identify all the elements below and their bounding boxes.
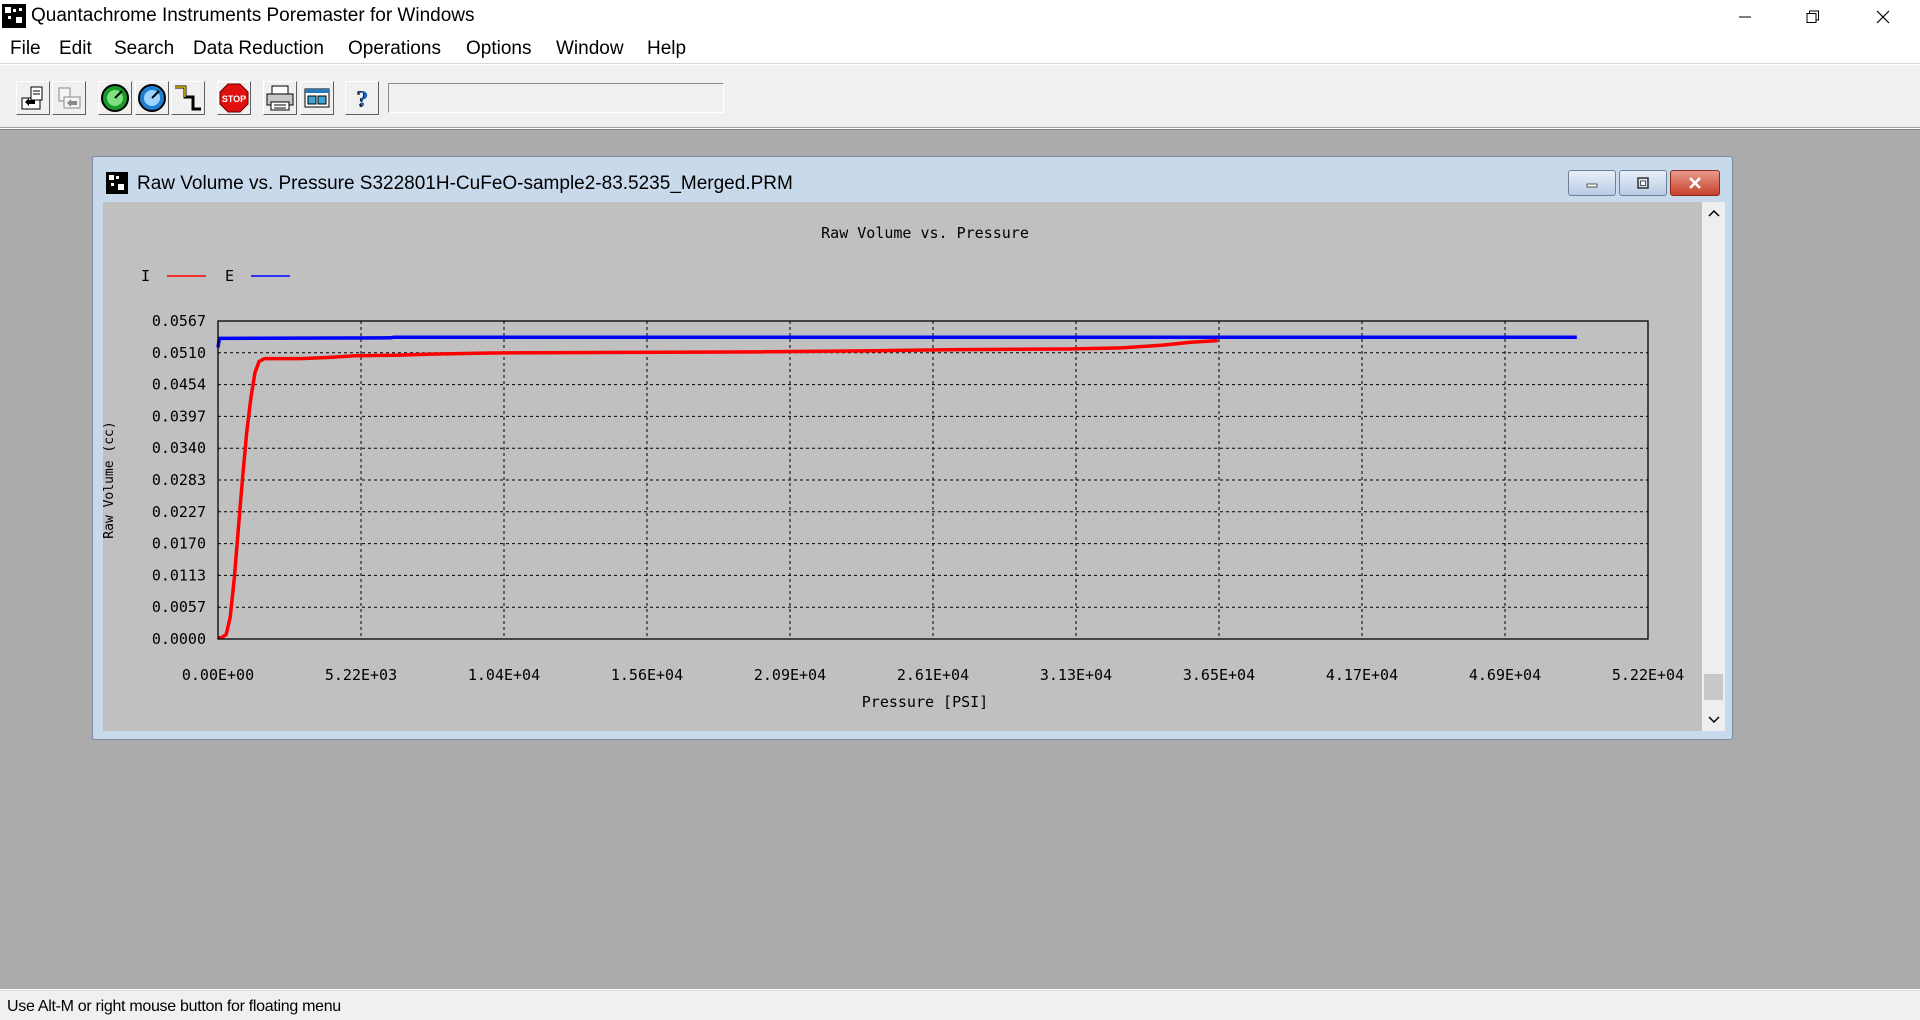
app-title: Quantachrome Instruments Poremaster for … (31, 5, 475, 26)
y-tick-label: 0.0170 (152, 535, 206, 553)
legend-label: E (225, 267, 234, 285)
y-tick-label: 0.0567 (152, 312, 206, 330)
y-tick-label: 0.0000 (152, 630, 206, 648)
chart-legend: IE (141, 267, 290, 285)
x-tick-label: 5.22E+04 (1612, 666, 1684, 684)
help-button[interactable]: ? ? (345, 81, 379, 115)
help-icon: ? ? (356, 86, 369, 113)
chart-window-maximize-button[interactable] (1619, 170, 1667, 196)
app-logo-icon (2, 4, 26, 28)
minimize-icon (1586, 183, 1598, 188)
toolbar-status-field (388, 83, 724, 113)
x-tick-label: 2.09E+04 (754, 666, 826, 684)
y-tick-label: 0.0397 (152, 407, 206, 425)
menu-edit[interactable]: Edit (59, 38, 92, 60)
vertical-scrollbar[interactable] (1702, 202, 1725, 731)
x-tick-label: 4.69E+04 (1469, 666, 1541, 684)
svg-text:STOP: STOP (222, 94, 246, 104)
step-graph-button[interactable] (171, 81, 205, 115)
print-button[interactable] (263, 81, 297, 115)
y-tick-label: 0.0227 (152, 503, 206, 521)
menu-help[interactable]: Help (647, 38, 686, 60)
y-tick-label: 0.0113 (152, 566, 206, 584)
y-axis-ticks: 0.0000 0.0057 0.0113 0.0170 0.0227 0.0283 0.03… (152, 312, 206, 648)
toolbar: STOP ? ? (0, 65, 1920, 128)
chart-window-titlebar[interactable]: Raw Volume vs. Pressure S322801H-CuFeO-s… (93, 157, 1732, 201)
window-restore-button[interactable] (1778, 0, 1848, 34)
x-tick-label: 1.56E+04 (611, 666, 683, 684)
chart-series (216, 335, 1577, 640)
open-file-button[interactable] (16, 81, 50, 115)
x-axis-label: Pressure [PSI] (862, 693, 988, 711)
raw-volume-chart: Raw Volume vs. Pressure IE 0.00000.00570… (103, 224, 1684, 711)
x-tick-label: 2.61E+04 (897, 666, 969, 684)
start-analysis-button[interactable] (98, 81, 132, 115)
x-tick-label: 5.22E+03 (325, 666, 397, 684)
menu-file[interactable]: File (10, 38, 41, 60)
x-tick-label: 0.00E+00 (182, 666, 254, 684)
report-icon (304, 88, 330, 108)
y-tick-label: 0.0340 (152, 439, 206, 457)
chart-window-close-button[interactable] (1670, 170, 1720, 196)
menu-window[interactable]: Window (556, 38, 624, 60)
green-gauge-icon (101, 84, 129, 112)
status-bar: Use Alt-M or right mouse button for floa… (0, 990, 1920, 1020)
y-tick-label: 0.0454 (152, 376, 206, 394)
menu-options[interactable]: Options (466, 38, 531, 60)
scroll-thumb[interactable] (1704, 674, 1723, 700)
x-tick-label: 3.65E+04 (1183, 666, 1255, 684)
y-axis-label: Raw Volume (cc) (103, 421, 117, 538)
x-tick-label: 1.04E+04 (468, 666, 540, 684)
window-minimize-button[interactable] (1710, 0, 1780, 34)
scroll-up-button[interactable] (1702, 202, 1725, 224)
report-button[interactable] (300, 81, 334, 115)
chart-document-icon (106, 172, 128, 194)
stop-sign-icon: STOP (219, 83, 249, 113)
printer-icon (266, 85, 294, 111)
chart-title: Raw Volume vs. Pressure (821, 224, 1029, 242)
stop-button[interactable]: STOP (217, 81, 251, 115)
status-text: Use Alt-M or right mouse button for floa… (7, 998, 341, 1015)
close-icon (1689, 177, 1701, 189)
save-file-icon (58, 87, 81, 109)
y-tick-label: 0.0057 (152, 598, 206, 616)
minimize-icon (1739, 16, 1751, 18)
restore-icon (1806, 10, 1819, 23)
menu-search[interactable]: Search (114, 38, 174, 60)
series-line-e (216, 335, 1577, 348)
svg-text:?: ? (358, 86, 369, 111)
step-graph-icon (175, 85, 201, 111)
app-titlebar: Quantachrome Instruments Poremaster for … (0, 0, 1920, 34)
chart-grid (218, 321, 1648, 639)
series-line-i (217, 338, 1219, 640)
menu-bar: File Edit Search Data Reduction Operatio… (0, 34, 1920, 64)
chart-window-title: Raw Volume vs. Pressure S322801H-CuFeO-s… (137, 173, 793, 194)
plot-area[interactable]: Raw Volume vs. Pressure IE 0.0000 0.0057 0… (103, 202, 1702, 731)
window-close-button[interactable] (1848, 0, 1918, 34)
x-axis-ticks: 0.00E+00 5.22E+03 1.04E+04 1.56E+04 2.09E+04… (182, 666, 1684, 684)
chart-window-minimize-button[interactable] (1568, 170, 1616, 196)
maximize-icon (1637, 177, 1649, 189)
chevron-down-icon (1707, 716, 1720, 724)
chevron-up-icon (1707, 209, 1720, 217)
x-tick-label: 3.13E+04 (1040, 666, 1112, 684)
menu-data-reduction[interactable]: Data Reduction (193, 38, 324, 60)
y-tick-label: 0.0510 (152, 344, 206, 362)
close-icon (1876, 10, 1890, 24)
x-tick-label: 4.17E+04 (1326, 666, 1398, 684)
legend-label: I (141, 267, 150, 285)
y-tick-label: 0.0283 (152, 471, 206, 489)
scroll-down-button[interactable] (1702, 709, 1725, 731)
open-file-icon (21, 86, 43, 110)
pressure-gauge-button[interactable] (135, 81, 169, 115)
chart-window: Raw Volume vs. Pressure S322801H-CuFeO-s… (92, 156, 1733, 740)
menu-operations[interactable]: Operations (348, 38, 441, 60)
blue-gauge-icon (138, 84, 166, 112)
save-file-button[interactable] (52, 81, 86, 115)
